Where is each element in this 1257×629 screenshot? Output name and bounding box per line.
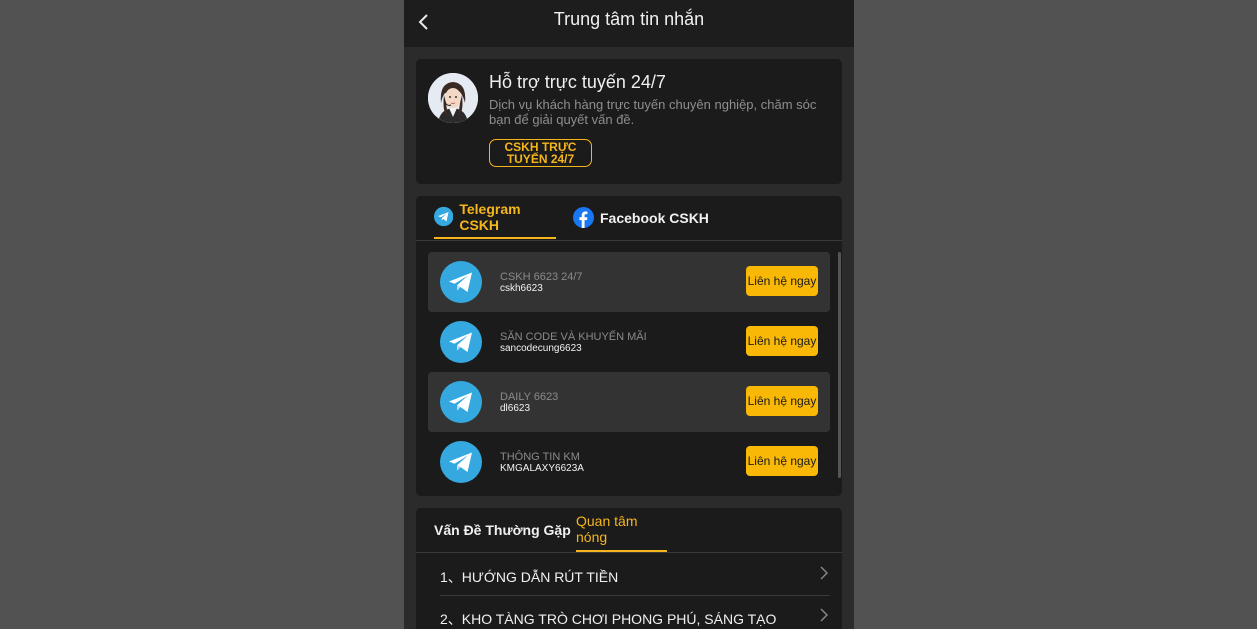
support-agent-avatar: [428, 73, 478, 123]
page-title: Trung tâm tin nhắn: [553, 9, 705, 29]
contact-row: DAILY 6623 dl6623 Liên hệ ngay: [428, 372, 830, 432]
tab-telegram-cskh[interactable]: Telegram CSKH: [434, 196, 556, 239]
online-support-button[interactable]: CSKH TRỰC TUYẾN 24/7: [489, 139, 592, 167]
faq-item-label: 1、HƯỚNG DẪN RÚT TIỀN: [440, 569, 619, 585]
support-description: Dịch vụ khách hàng trực tuyến chuyên ngh…: [489, 97, 817, 127]
faq-card: Vấn Đề Thường Gặp Quan tâm nóng 1、HƯỚNG …: [416, 508, 842, 629]
contact-name: THÔNG TIN KM: [500, 451, 580, 463]
contact-row: CSKH 6623 24/7 cskh6623 Liên hệ ngay: [428, 252, 830, 312]
message-center-screen: Trung tâm tin nhắn Hỗ trợ trực tuyến 24/…: [404, 0, 854, 629]
contact-handle: KMGALAXY6623A: [500, 463, 584, 474]
agent-portrait-icon: [428, 73, 478, 123]
contact-name: DAILY 6623: [500, 391, 559, 403]
contact-handle: cskh6623: [500, 283, 543, 294]
faq-item[interactable]: 2、KHO TÀNG TRÒ CHƠI PHONG PHÚ, SÁNG TẠO: [440, 595, 830, 629]
channel-tabs: Telegram CSKH Facebook CSKH: [416, 196, 842, 241]
contact-name: CSKH 6623 24/7: [500, 271, 583, 283]
faq-item-label: 2、KHO TÀNG TRÒ CHƠI PHONG PHÚ, SÁNG TẠO: [440, 611, 777, 627]
contact-handle: dl6623: [500, 403, 531, 414]
tab-facebook-label: Facebook CSKH: [600, 209, 709, 226]
tab-common-issues[interactable]: Vấn Đề Thường Gặp: [434, 508, 571, 552]
header-bar: Trung tâm tin nhắn: [404, 0, 854, 47]
facebook-icon: [573, 207, 594, 228]
contact-row: THÔNG TIN KM KMGALAXY6623A Liên hệ ngay: [428, 432, 830, 492]
chevron-right-icon: [820, 566, 828, 580]
contact-list-scrollbar[interactable]: [838, 252, 841, 478]
tab-facebook-cskh[interactable]: Facebook CSKH: [573, 196, 709, 239]
faq-item[interactable]: 1、HƯỚNG DẪN RÚT TIỀN: [440, 553, 830, 596]
contact-now-button[interactable]: Liên hệ ngay: [746, 326, 818, 356]
support-card: Hỗ trợ trực tuyến 24/7 Dịch vụ khách hàn…: [416, 59, 842, 184]
telegram-icon: [440, 261, 482, 303]
contact-now-button[interactable]: Liên hệ ngay: [746, 266, 818, 296]
contact-now-button[interactable]: Liên hệ ngay: [746, 446, 818, 476]
telegram-icon: [440, 321, 482, 363]
support-title: Hỗ trợ trực tuyến 24/7: [489, 72, 666, 92]
tab-hot-topics[interactable]: Quan tâm nóng: [576, 508, 667, 552]
channel-card: Telegram CSKH Facebook CSKH CSKH 6623 24…: [416, 196, 842, 496]
contact-name: SĂN CODE VÀ KHUYẾN MÃI: [500, 331, 647, 343]
contact-now-button[interactable]: Liên hệ ngay: [746, 386, 818, 416]
tab-telegram-label: Telegram CSKH: [459, 200, 521, 233]
telegram-icon: [434, 206, 454, 227]
faq-tabs: Vấn Đề Thường Gặp Quan tâm nóng: [416, 508, 842, 553]
contact-handle: sancodecung6623: [500, 343, 582, 354]
telegram-icon: [440, 441, 482, 483]
telegram-icon: [440, 381, 482, 423]
contact-row: SĂN CODE VÀ KHUYẾN MÃI sancodecung6623 L…: [428, 312, 830, 372]
chevron-right-icon: [820, 608, 828, 622]
